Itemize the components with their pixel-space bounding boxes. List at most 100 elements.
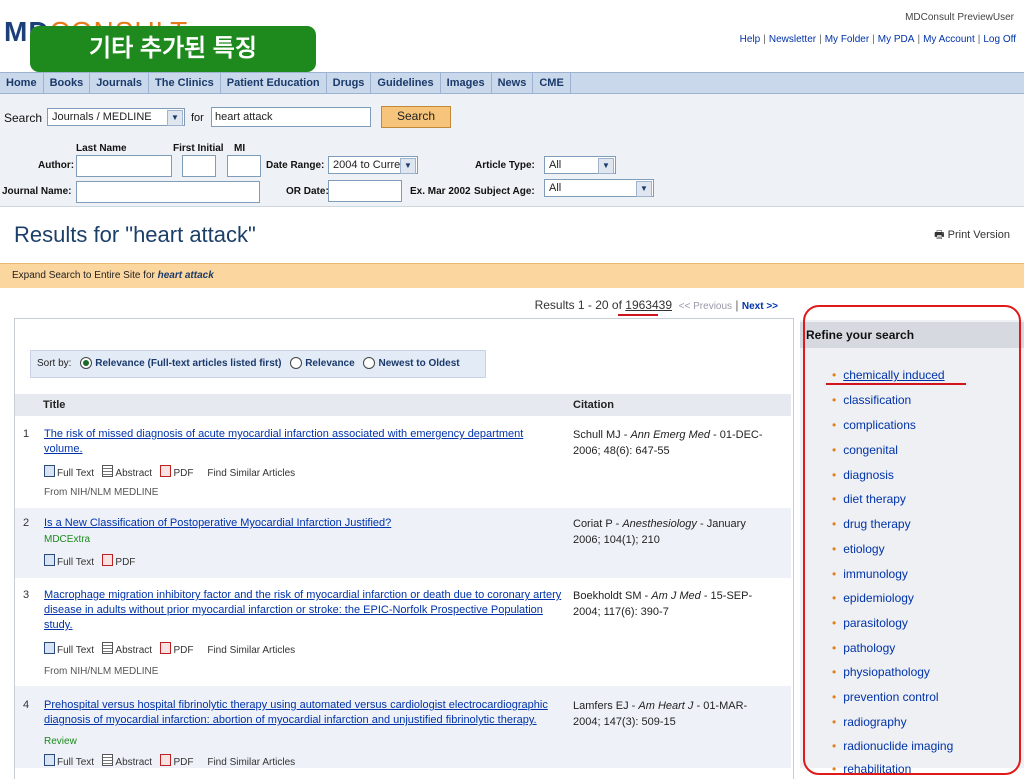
result-actions: Full Text Abstract PDF Find Similar Arti…: [44, 642, 295, 656]
result-number: 2: [23, 517, 30, 529]
nav-tab-cme[interactable]: CME: [533, 73, 571, 93]
printer-icon: 🖶: [934, 229, 945, 241]
pdf-link[interactable]: PDF: [160, 642, 194, 656]
result-title-link[interactable]: The risk of missed diagnosis of acute my…: [44, 427, 549, 457]
full-text-link[interactable]: Full Text: [44, 754, 94, 768]
full-text-link[interactable]: Full Text: [44, 554, 95, 568]
date-range-select[interactable]: 2004 to Current ▼: [328, 156, 418, 174]
result-citation: Schull MJ - Ann Emerg Med - 01-DEC-2006;…: [573, 427, 763, 459]
abstract-label: Abstract: [115, 645, 153, 656]
citation-author: Schull MJ -: [573, 429, 631, 441]
chevron-down-icon: ▼: [636, 181, 652, 197]
abstract-label: Abstract: [115, 757, 153, 768]
abstract-icon: [102, 642, 114, 654]
citation-author: Boekholdt SM -: [573, 590, 652, 602]
log-off-link[interactable]: Log Off: [983, 34, 1016, 45]
results-range: Results 1 - 20 of: [534, 298, 626, 312]
sort-radio-relevance-fulltext[interactable]: [80, 357, 93, 370]
or-date-input[interactable]: [328, 180, 402, 202]
full-text-link[interactable]: Full Text: [44, 465, 95, 479]
my-account-link[interactable]: My Account: [923, 34, 975, 45]
find-similar-link[interactable]: Find Similar Articles: [207, 468, 295, 479]
newsletter-link[interactable]: Newsletter: [769, 34, 816, 45]
last-name-label: Last Name: [76, 143, 127, 154]
nav-tab-images[interactable]: Images: [441, 73, 492, 93]
mdcextra-badge: MDCExtra: [44, 534, 91, 545]
abstract-link[interactable]: Abstract: [102, 642, 153, 656]
sort-option-relevance-fulltext: Relevance (Full-text articles listed fir…: [95, 358, 282, 369]
article-type-select[interactable]: All ▼: [544, 156, 616, 174]
search-button[interactable]: Search: [381, 106, 451, 128]
nav-tab-news[interactable]: News: [492, 73, 534, 93]
nav-tab-journals[interactable]: Journals: [90, 73, 150, 93]
my-pda-link[interactable]: My PDA: [878, 34, 915, 45]
pdf-icon: [160, 642, 172, 654]
mi-label: MI: [234, 143, 246, 154]
pdf-link[interactable]: PDF: [102, 554, 135, 568]
author-last-name-input[interactable]: [76, 155, 172, 177]
article-type-label: Article Type:: [475, 160, 535, 171]
citation-author: Coriat P -: [573, 518, 623, 530]
results-pager: Results 1 - 20 of 1963439 << Previous | …: [534, 298, 778, 312]
annotation-callout: 기타 추가된 특징: [30, 26, 316, 72]
subject-age-select[interactable]: All ▼: [544, 179, 654, 197]
nav-tab-patient-education[interactable]: Patient Education: [221, 73, 327, 93]
result-number: 1: [23, 428, 30, 440]
search-scope-select[interactable]: Journals / MEDLINE ▼: [47, 108, 185, 126]
sort-label: Sort by:: [37, 358, 72, 369]
nav-tab-guidelines[interactable]: Guidelines: [371, 73, 441, 93]
pdf-label: PDF: [173, 757, 194, 768]
result-citation: Coriat P - Anesthesiology - January 2006…: [573, 516, 763, 548]
result-title-link[interactable]: Prehospital versus hospital fibrinolytic…: [44, 698, 569, 728]
result-citation: Boekholdt SM - Am J Med - 15-SEP-2004; 1…: [573, 588, 763, 620]
full-text-label: Full Text: [57, 468, 95, 479]
my-folder-link[interactable]: My Folder: [825, 34, 869, 45]
search-query-input[interactable]: heart attack: [211, 107, 371, 127]
sort-radio-relevance[interactable]: [290, 357, 303, 370]
journal-name-input[interactable]: [76, 181, 260, 203]
full-text-link[interactable]: Full Text: [44, 642, 95, 656]
pdf-icon: [160, 754, 172, 766]
full-text-label: Full Text: [57, 645, 95, 656]
citation-author: Lamfers EJ -: [573, 700, 639, 712]
nav-tab-drugs[interactable]: Drugs: [327, 73, 372, 93]
full-text-label: Full Text: [57, 557, 95, 568]
result-actions: Full Text Abstract PDF Find Similar Arti…: [44, 754, 295, 768]
abstract-link[interactable]: Abstract: [102, 754, 153, 768]
result-title-link[interactable]: Macrophage migration inhibitory factor a…: [44, 588, 569, 633]
pdf-label: PDF: [173, 645, 194, 656]
result-number: 4: [23, 699, 30, 711]
table-row: 3 Macrophage migration inhibitory factor…: [15, 580, 791, 684]
find-similar-link[interactable]: Find Similar Articles: [207, 645, 295, 656]
pdf-label: PDF: [173, 468, 194, 479]
or-date-label: OR Date:: [286, 186, 329, 197]
find-similar-link[interactable]: Find Similar Articles: [207, 757, 295, 768]
result-actions: Full Text Abstract PDF Find Similar Arti…: [44, 465, 295, 479]
abstract-icon: [102, 754, 114, 766]
table-row: 4 Prehospital versus hospital fibrinolyt…: [15, 686, 791, 768]
search-scope-value: Journals / MEDLINE: [52, 111, 152, 123]
nav-tab-clinics[interactable]: The Clinics: [149, 73, 221, 93]
pdf-link[interactable]: PDF: [160, 754, 194, 768]
abstract-link[interactable]: Abstract: [102, 465, 152, 479]
expand-search-bar[interactable]: Expand Search to Entire Site for heart a…: [0, 263, 1024, 288]
citation-journal: Ann Emerg Med: [630, 429, 710, 441]
pdf-link[interactable]: PDF: [160, 465, 194, 479]
citation-journal: Am Heart J: [638, 700, 694, 712]
expand-search-term: heart attack: [157, 270, 214, 281]
author-first-initial-input[interactable]: [182, 155, 216, 177]
date-range-label: Date Range:: [266, 160, 325, 171]
help-link[interactable]: Help: [740, 34, 761, 45]
results-column-header: Title Citation: [15, 394, 791, 416]
nav-tab-books[interactable]: Books: [44, 73, 91, 93]
result-title-link[interactable]: Is a New Classification of Postoperative…: [44, 516, 549, 531]
result-citation: Lamfers EJ - Am Heart J - 01-MAR-2004; 1…: [573, 698, 763, 730]
review-badge: Review: [44, 736, 77, 747]
author-mi-input[interactable]: [227, 155, 261, 177]
nav-tab-home[interactable]: Home: [0, 73, 44, 93]
print-version-link[interactable]: 🖶 Print Version: [934, 226, 1010, 245]
sort-option-relevance: Relevance: [305, 358, 355, 369]
next-link[interactable]: Next >>: [742, 301, 778, 312]
sort-radio-newest[interactable]: [363, 357, 376, 370]
search-label: Search: [4, 111, 43, 125]
